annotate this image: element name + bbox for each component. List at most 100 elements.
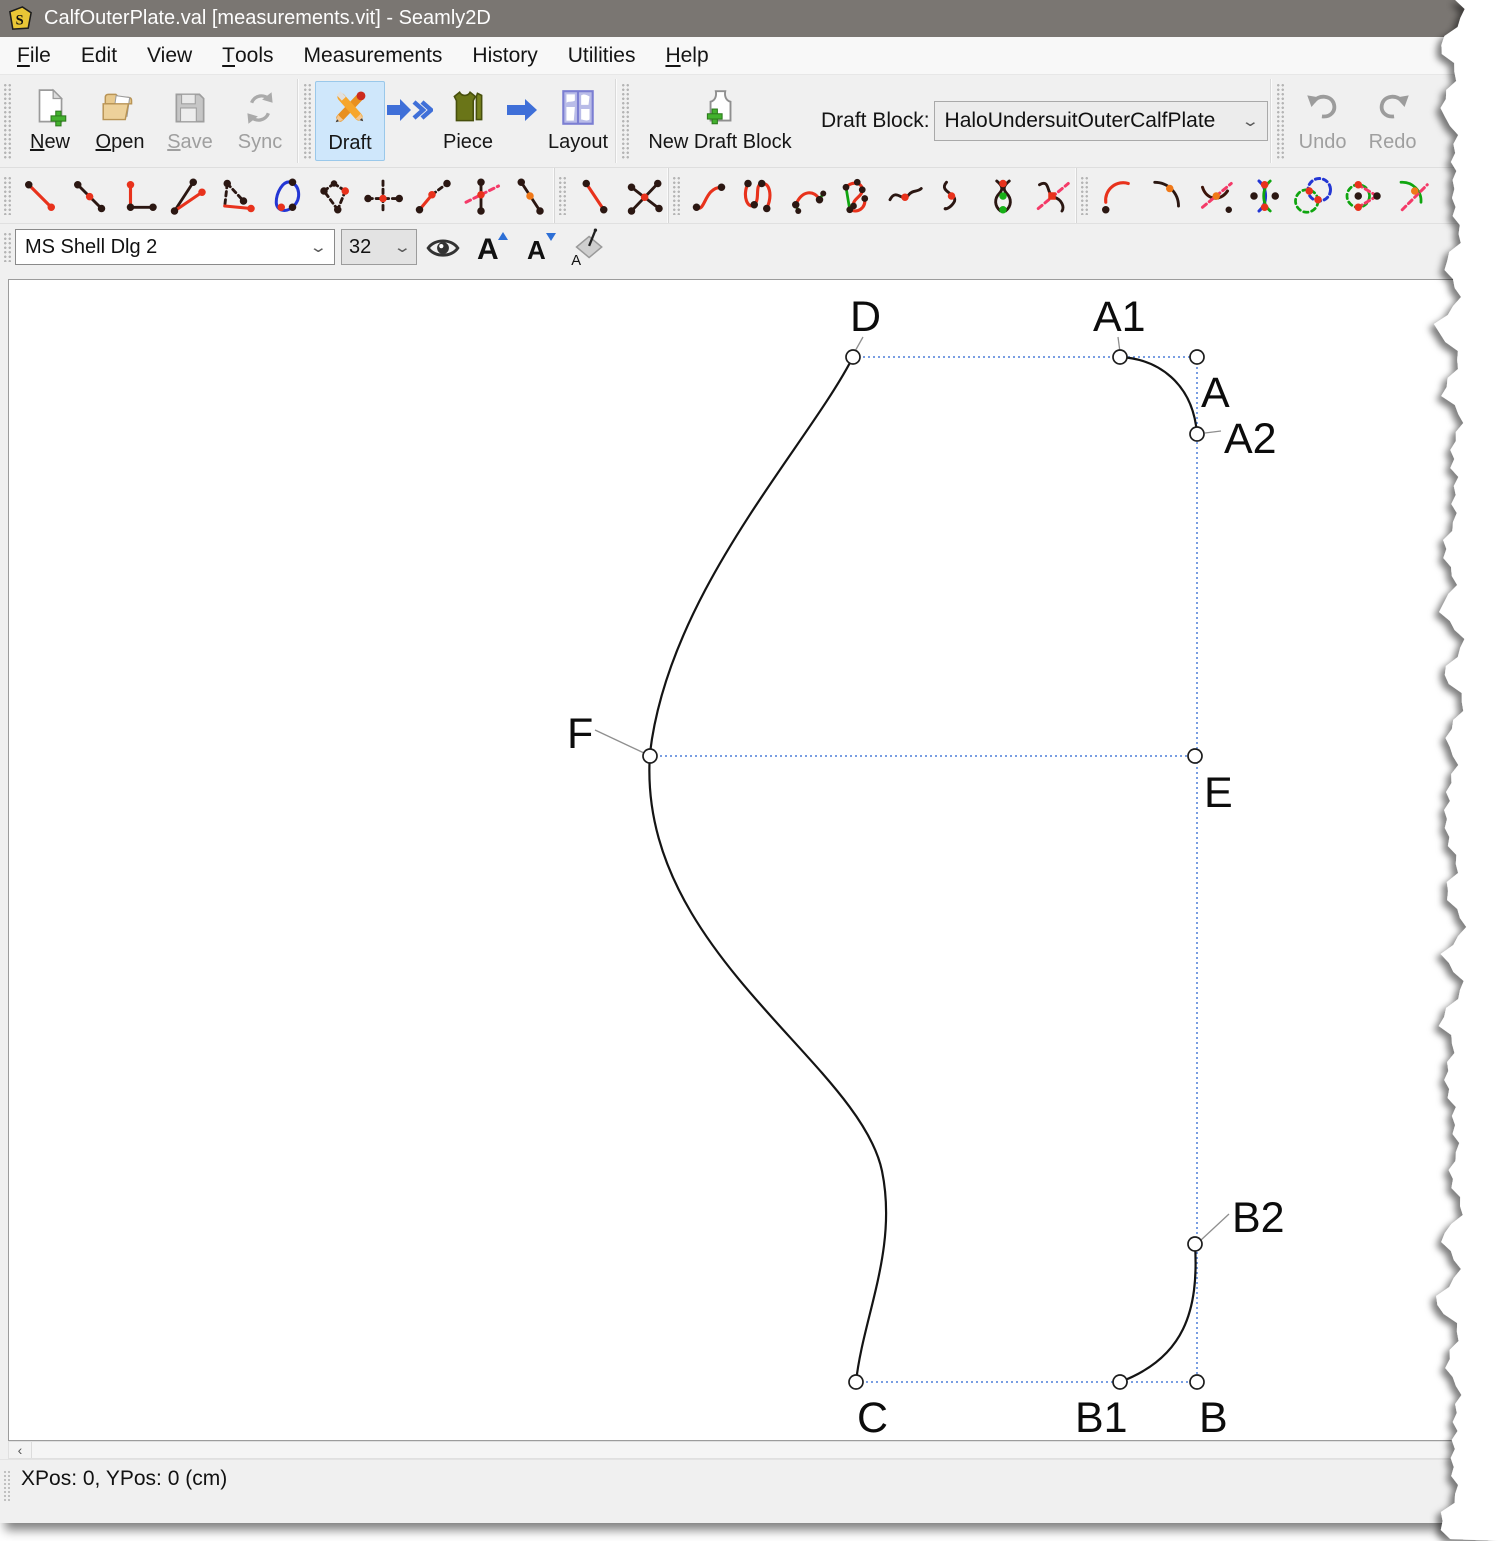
- toolbar-drag-handle[interactable]: [3, 176, 12, 215]
- statusbar-drag-handle: [3, 1470, 11, 1502]
- point-label-E[interactable]: E: [1204, 769, 1233, 817]
- point-label-F[interactable]: F: [567, 710, 593, 758]
- circle-tangent-point-button[interactable]: [1337, 172, 1386, 219]
- seamly2d-logo-icon: S: [7, 5, 34, 32]
- label-leader-B2: [1201, 1214, 1229, 1240]
- new-draft-block-label: New Draft Block: [648, 132, 791, 152]
- curve-bisector-button[interactable]: [880, 172, 929, 219]
- toolbar-drag-handle[interactable]: [621, 83, 630, 159]
- point-label-B1[interactable]: B1: [1075, 1394, 1128, 1440]
- point-A2[interactable]: [1190, 427, 1204, 441]
- bottom-corner-curve[interactable]: [1120, 1244, 1196, 1382]
- point-label-A[interactable]: A: [1201, 369, 1230, 417]
- toolbar-drag-handle[interactable]: [672, 176, 681, 215]
- menu-item-utilities[interactable]: Utilities: [553, 37, 651, 74]
- arc-tangent-axis-button[interactable]: [1386, 172, 1435, 219]
- sync-button[interactable]: Sync: [225, 82, 295, 160]
- point-shoulder-icon: [216, 176, 256, 216]
- point-F[interactable]: [643, 749, 657, 763]
- layout-mode-button[interactable]: Layout: [543, 82, 613, 160]
- arcs-intersection-button[interactable]: [1239, 172, 1288, 219]
- redo-button[interactable]: Redo: [1358, 82, 1428, 160]
- point-line-intersect-axis-button[interactable]: [456, 172, 505, 219]
- piece-mode-button[interactable]: Piece: [433, 82, 503, 160]
- svg-text:S: S: [16, 12, 24, 28]
- curve-intersect-axis-button[interactable]: [1027, 172, 1076, 219]
- font-size-select[interactable]: 32 ⌄: [341, 229, 417, 265]
- toolbar-drag-handle[interactable]: [558, 176, 567, 215]
- toolbar-drag-handle[interactable]: [3, 232, 12, 262]
- toolbar-drag-handle[interactable]: [3, 83, 12, 159]
- toolbar-drag-handle[interactable]: [1080, 176, 1089, 215]
- menu-item-file[interactable]: File: [2, 37, 66, 74]
- menu-item-help[interactable]: Help: [650, 37, 723, 74]
- point-of-contact-button[interactable]: [260, 172, 309, 219]
- piece-to-layout-arrow-icon: [503, 95, 543, 125]
- point-bisector-rays-button[interactable]: [162, 172, 211, 219]
- point-B[interactable]: [1190, 1375, 1204, 1389]
- point-C[interactable]: [849, 1375, 863, 1389]
- new-button[interactable]: New: [15, 82, 85, 160]
- spline-interactive-icon: [738, 176, 778, 216]
- point-label-C[interactable]: C: [857, 1394, 888, 1440]
- line-between-points-button[interactable]: [570, 172, 619, 219]
- layout-sheets-icon: [557, 87, 599, 129]
- toolbar-drag-handle[interactable]: [303, 83, 312, 159]
- menu-item-view[interactable]: View: [132, 37, 207, 74]
- line-intersection-button[interactable]: [619, 172, 668, 219]
- arc-intersect-axis-button[interactable]: [1190, 172, 1239, 219]
- point-label-D[interactable]: D: [850, 293, 881, 341]
- show-labels-button[interactable]: [421, 226, 465, 268]
- draft-canvas[interactable]: D A1 AA2 F E B2 C B1 B: [8, 279, 1476, 1441]
- point-label-A2[interactable]: A2: [1224, 415, 1277, 463]
- point-label-B2[interactable]: B2: [1232, 1194, 1285, 1242]
- menu-item-edit[interactable]: Edit: [66, 37, 132, 74]
- menu-item-measurements[interactable]: Measurements: [289, 37, 458, 74]
- menu-item-history[interactable]: History: [457, 37, 552, 74]
- menu-item-tools[interactable]: Tools: [207, 37, 288, 74]
- point-shoulder-button[interactable]: [211, 172, 260, 219]
- point-along-curve-button[interactable]: [929, 172, 978, 219]
- scrollbar-track[interactable]: [32, 1442, 1475, 1458]
- font-family-select[interactable]: MS Shell Dlg 2 ⌄: [15, 229, 335, 265]
- horizontal-scrollbar[interactable]: ‹: [8, 1441, 1476, 1459]
- curves-intersection-button[interactable]: [978, 172, 1027, 219]
- point-of-intersection-button[interactable]: [309, 172, 358, 219]
- side-seam-curve[interactable]: [649, 357, 886, 1382]
- increase-label-font-button[interactable]: A: [469, 226, 513, 268]
- decrease-label-font-button[interactable]: A: [517, 226, 561, 268]
- spline-path-button[interactable]: [831, 172, 880, 219]
- point-label-settings-button[interactable]: A: [565, 226, 609, 268]
- point-B2[interactable]: [1188, 1237, 1202, 1251]
- point-along-arc-button[interactable]: [1141, 172, 1190, 219]
- point-intersect-xy-button[interactable]: [358, 172, 407, 219]
- chevron-down-icon: ⌄: [309, 240, 328, 255]
- open-button[interactable]: Open: [85, 82, 155, 160]
- point-along-line-button[interactable]: [64, 172, 113, 219]
- circles-intersection-button[interactable]: [1288, 172, 1337, 219]
- point-E[interactable]: [1188, 749, 1202, 763]
- draft-mode-button[interactable]: Draft: [315, 81, 385, 161]
- point-bisector-angle-button[interactable]: [407, 172, 456, 219]
- spline-interactive-button[interactable]: [733, 172, 782, 219]
- point-midpoint-button[interactable]: [505, 172, 554, 219]
- point-label-B[interactable]: B: [1199, 1394, 1228, 1440]
- point-D[interactable]: [846, 350, 860, 364]
- curve-interactive-button[interactable]: [684, 172, 733, 219]
- point-label-A1[interactable]: A1: [1093, 293, 1146, 341]
- point-B1[interactable]: [1113, 1375, 1127, 1389]
- curve-control-points-button[interactable]: [782, 172, 831, 219]
- save-button[interactable]: Save: [155, 82, 225, 160]
- new-draft-block-button[interactable]: New Draft Block: [633, 82, 807, 160]
- toolbar-drag-handle[interactable]: [1276, 83, 1285, 159]
- point-A1[interactable]: [1113, 350, 1127, 364]
- scroll-left-button[interactable]: ‹: [9, 1442, 32, 1458]
- point-length-angle-button[interactable]: [15, 172, 64, 219]
- point-A[interactable]: [1190, 350, 1204, 364]
- top-corner-curve[interactable]: [1120, 357, 1197, 434]
- point-normal-button[interactable]: [113, 172, 162, 219]
- arc-radius-button[interactable]: [1092, 172, 1141, 219]
- line-tools-group: [554, 168, 668, 223]
- undo-button[interactable]: Undo: [1288, 82, 1358, 160]
- draft-block-select[interactable]: HaloUndersuitOuterCalfPlate ⌄: [934, 101, 1268, 141]
